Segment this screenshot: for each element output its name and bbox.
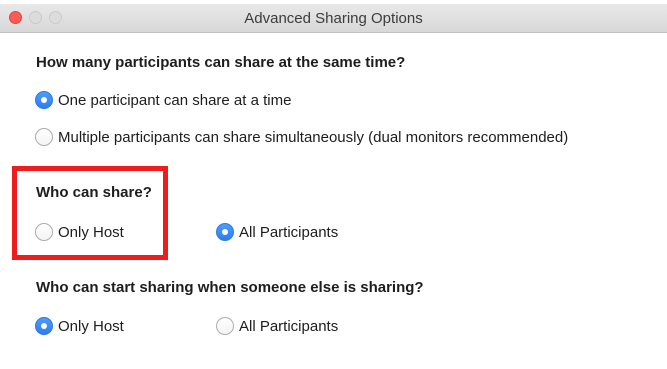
radio-label-who-can-share-all-participants: All Participants (239, 223, 339, 241)
radio-label-one-participant: One participant can share at a time (58, 91, 292, 109)
radio-button-who-can-share-all-participants[interactable] (216, 223, 234, 241)
radio-button-one-participant[interactable] (35, 91, 53, 109)
radio-label-start-sharing-all-participants: All Participants (239, 317, 339, 335)
radio-button-start-sharing-only-host[interactable] (35, 317, 53, 335)
titlebar: Advanced Sharing Options (0, 4, 667, 33)
radio-start-sharing-only-host[interactable]: Only Host (35, 317, 124, 335)
radio-label-multiple-participants: Multiple participants can share simultan… (58, 128, 569, 146)
radio-start-sharing-all-participants[interactable]: All Participants (216, 317, 338, 335)
sharing-options-content: How many participants can share at the s… (0, 33, 667, 369)
radio-button-multiple-participants[interactable] (35, 128, 53, 146)
section-heading-start-sharing: Who can start sharing when someone else … (36, 279, 424, 296)
radio-button-start-sharing-all-participants[interactable] (216, 317, 234, 335)
radio-one-participant[interactable]: One participant can share at a time (35, 91, 291, 109)
window-title: Advanced Sharing Options (244, 10, 423, 27)
radio-who-can-share-all-participants[interactable]: All Participants (216, 223, 338, 241)
advanced-sharing-options-window: Advanced Sharing Options How many partic… (0, 0, 667, 369)
radio-label-start-sharing-only-host: Only Host (58, 317, 124, 335)
section-heading-simultaneous-share: How many participants can share at the s… (36, 54, 406, 71)
radio-multiple-participants[interactable]: Multiple participants can share simultan… (35, 128, 568, 146)
highlight-box (12, 166, 168, 260)
